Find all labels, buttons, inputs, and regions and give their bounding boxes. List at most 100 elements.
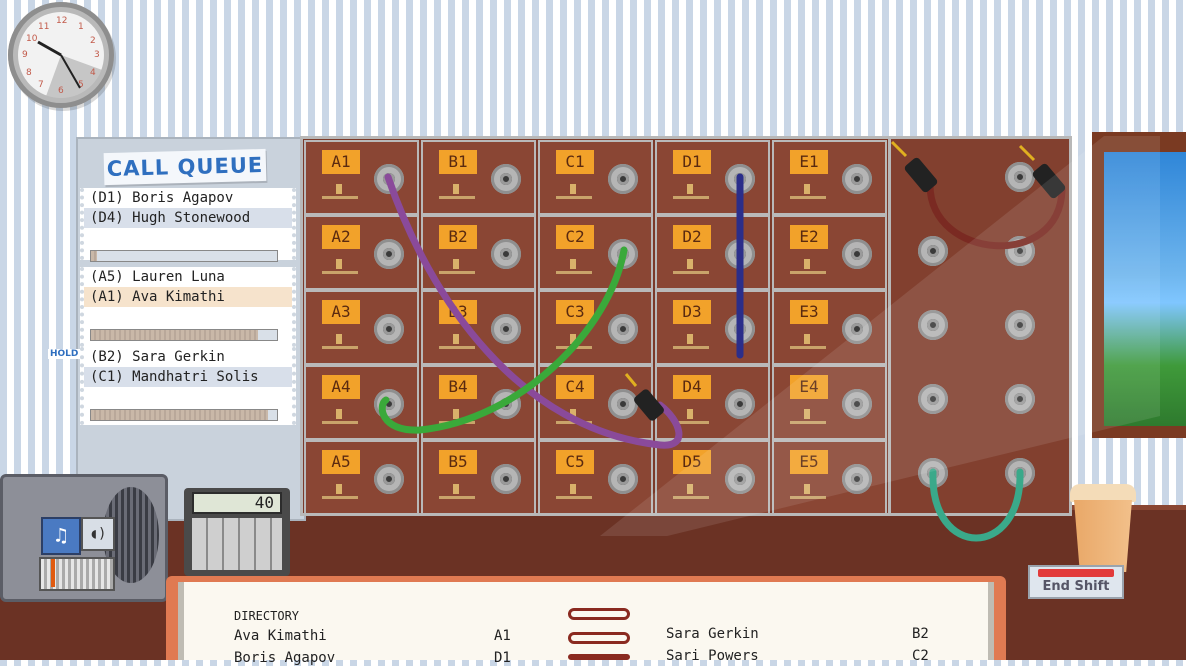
cell-label: B1	[439, 150, 477, 174]
call-toggle[interactable]	[790, 484, 826, 499]
cell-label: A5	[322, 450, 360, 474]
queue-call[interactable]: (A5) Lauren Luna	[84, 267, 292, 287]
rack-jack[interactable]	[918, 458, 948, 488]
directory-title: DIRECTORY	[234, 609, 300, 623]
rack-jack[interactable]	[1005, 310, 1035, 340]
call-toggle[interactable]	[556, 259, 592, 274]
calculator[interactable]: 40	[184, 488, 290, 576]
call-toggle[interactable]	[322, 484, 358, 499]
rack-jack[interactable]	[1005, 384, 1035, 414]
call-toggle[interactable]	[673, 184, 709, 199]
cell-label: A1	[322, 150, 360, 174]
switchboard-cell-b4: B4	[421, 365, 536, 440]
patience-fill	[91, 410, 268, 420]
rack-jack[interactable]	[918, 236, 948, 266]
jack-c3[interactable]	[608, 314, 638, 344]
switchboard-cell-d1: D1	[655, 140, 770, 215]
call-toggle[interactable]	[556, 409, 592, 424]
music-icon[interactable]: ♫	[41, 517, 81, 555]
jack-e4[interactable]	[842, 389, 872, 419]
queue-group[interactable]: (B2) Sara Gerkin (C1) Mandhatri Solis	[80, 347, 296, 425]
window	[1092, 132, 1186, 438]
queue-call[interactable]: (D1) Boris Agapov	[84, 188, 292, 208]
queue-call[interactable]: (D4) Hugh Stonewood	[84, 208, 292, 228]
end-shift-button[interactable]: End Shift	[1028, 565, 1124, 599]
jack-b1[interactable]	[491, 164, 521, 194]
volume-icon[interactable]: ◖)	[81, 517, 115, 551]
jack-a5[interactable]	[374, 464, 404, 494]
queue-call[interactable]: (C1) Mandhatri Solis	[84, 367, 292, 387]
window-landscape	[1104, 152, 1186, 426]
jack-d2[interactable]	[725, 239, 755, 269]
switchboard-cell-a1: A1	[304, 140, 419, 215]
call-toggle[interactable]	[322, 184, 358, 199]
directory-name: Boris Agapov	[234, 650, 336, 666]
call-toggle[interactable]	[790, 334, 826, 349]
jack-a1[interactable]	[374, 164, 404, 194]
cell-label: D5	[673, 450, 711, 474]
call-toggle[interactable]	[439, 484, 475, 499]
jack-c5[interactable]	[608, 464, 638, 494]
call-toggle[interactable]	[790, 184, 826, 199]
calculator-display: 40	[192, 492, 282, 514]
call-toggle[interactable]	[439, 184, 475, 199]
jack-a2[interactable]	[374, 239, 404, 269]
call-toggle[interactable]	[673, 259, 709, 274]
jack-a3[interactable]	[374, 314, 404, 344]
jack-c1[interactable]	[608, 164, 638, 194]
rack-jack[interactable]	[1005, 236, 1035, 266]
call-toggle[interactable]	[322, 259, 358, 274]
call-toggle[interactable]	[673, 334, 709, 349]
jack-b2[interactable]	[491, 239, 521, 269]
jack-e3[interactable]	[842, 314, 872, 344]
jack-b5[interactable]	[491, 464, 521, 494]
call-toggle[interactable]	[439, 409, 475, 424]
jack-d3[interactable]	[725, 314, 755, 344]
queue-group[interactable]: (D1) Boris Agapov (D4) Hugh Stonewood	[80, 188, 296, 262]
call-toggle[interactable]	[439, 334, 475, 349]
call-toggle[interactable]	[790, 409, 826, 424]
jack-d4[interactable]	[725, 389, 755, 419]
call-toggle[interactable]	[673, 484, 709, 499]
switchboard-cell-d2: D2	[655, 215, 770, 290]
call-toggle[interactable]	[322, 334, 358, 349]
switchboard-cell-c1: C1	[538, 140, 653, 215]
queue-call[interactable]: (A1) Ava Kimathi	[84, 287, 292, 307]
queue-call[interactable]: (B2) Sara Gerkin	[84, 347, 292, 367]
radio[interactable]: ♫ ◖)	[0, 474, 168, 602]
calculator-keypad[interactable]	[192, 518, 282, 570]
queue-group[interactable]: (A5) Lauren Luna (A1) Ava Kimathi	[80, 267, 296, 347]
call-queue-title: CALL QUEUE	[103, 148, 267, 186]
directory-code: A1	[494, 628, 511, 644]
jack-c2[interactable]	[608, 239, 638, 269]
jack-b3[interactable]	[491, 314, 521, 344]
call-toggle[interactable]	[556, 334, 592, 349]
directory-name: Sari Powers	[666, 648, 759, 664]
call-toggle[interactable]	[439, 259, 475, 274]
jack-e1[interactable]	[842, 164, 872, 194]
rack-jack[interactable]	[1005, 162, 1035, 192]
directory-page[interactable]	[178, 582, 994, 660]
call-toggle[interactable]	[673, 409, 709, 424]
cell-label: E1	[790, 150, 828, 174]
call-toggle[interactable]	[556, 184, 592, 199]
cell-label: D4	[673, 375, 711, 399]
jack-d5[interactable]	[725, 464, 755, 494]
jack-c4[interactable]	[608, 389, 638, 419]
call-toggle[interactable]	[322, 409, 358, 424]
cell-label: D1	[673, 150, 711, 174]
rack-jack[interactable]	[918, 384, 948, 414]
switchboard-cell-e3: E3	[772, 290, 887, 365]
jack-b4[interactable]	[491, 389, 521, 419]
end-shift-red-button[interactable]	[1038, 569, 1114, 577]
jack-a4[interactable]	[374, 389, 404, 419]
cell-label: A3	[322, 300, 360, 324]
jack-d1[interactable]	[725, 164, 755, 194]
jack-e5[interactable]	[842, 464, 872, 494]
call-toggle[interactable]	[790, 259, 826, 274]
cell-label: C1	[556, 150, 594, 174]
call-toggle[interactable]	[556, 484, 592, 499]
rack-jack[interactable]	[1005, 458, 1035, 488]
rack-jack[interactable]	[918, 310, 948, 340]
jack-e2[interactable]	[842, 239, 872, 269]
